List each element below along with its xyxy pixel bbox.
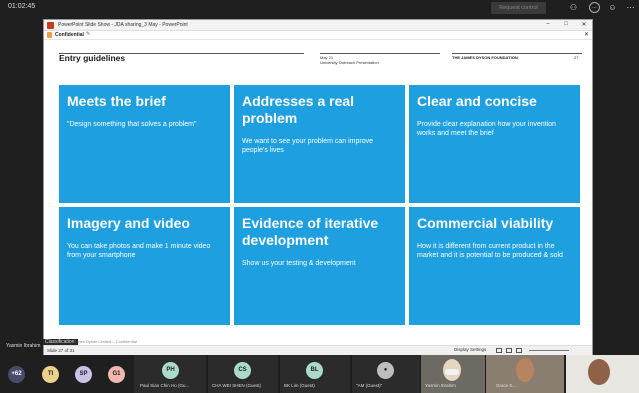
video-tile[interactable] xyxy=(566,355,639,393)
request-control-button[interactable]: Request control xyxy=(491,2,546,14)
participant-name: "AM (Guest)" xyxy=(356,383,383,388)
card-text: We want to see your problem can improve … xyxy=(242,138,373,154)
participant-name: Grace K... xyxy=(496,383,517,388)
date-rule xyxy=(320,53,440,54)
card-title: Addresses a real problem xyxy=(242,93,355,126)
participant-video-face xyxy=(588,359,610,385)
card-meets-brief: Meets the brief "Design something that s… xyxy=(59,85,230,203)
participant-strip: +62 TI SP G1 PH Paul Sian Chin Ho (Gu...… xyxy=(0,355,639,393)
card-real-problem: Addresses a real problem We want to see … xyxy=(234,85,405,203)
sensitivity-bar: Confidential ✎ ✕ xyxy=(44,31,592,40)
participant-tile[interactable]: ● "AM (Guest)" xyxy=(352,355,420,393)
participant-name: Paul Sian Chin Ho (Gu... xyxy=(140,383,190,388)
sensitivity-tag-icon xyxy=(47,32,52,38)
participant-video-face xyxy=(516,358,534,382)
display-settings-button[interactable]: Display Settings xyxy=(454,347,486,352)
restore-icon[interactable]: □ xyxy=(562,21,570,27)
participants-icon[interactable]: ⚇ xyxy=(568,2,579,13)
minimize-icon[interactable]: – xyxy=(544,21,552,27)
card-iterative-development: Evidence of iterative development Show u… xyxy=(234,207,405,325)
slideshow-status-bar: Slide 27 of 31 Display Settings xyxy=(44,345,592,355)
participant-name: Yasmin Ibrahim xyxy=(425,383,456,388)
window-title: PowerPoint Slide Show - JDA sharing_3 Ma… xyxy=(58,22,188,28)
card-text: Show us your testing & development xyxy=(242,260,356,267)
card-title: Imagery and video xyxy=(67,215,190,231)
powerpoint-title-bar: PowerPoint Slide Show - JDA sharing_3 Ma… xyxy=(44,20,592,31)
avatar[interactable]: SP xyxy=(75,366,92,383)
normal-view-icon[interactable] xyxy=(506,348,512,353)
avatar: PH xyxy=(162,362,179,379)
meeting-top-bar: 01:02:45 Request control ⚇ ⋯ ☺ ⋯ xyxy=(0,0,639,16)
avatar: CS xyxy=(234,362,251,379)
avatar[interactable]: TI xyxy=(42,366,59,383)
card-imagery-video: Imagery and video You can take photos an… xyxy=(59,207,230,325)
card-commercial-viability: Commercial viability How it is different… xyxy=(409,207,580,325)
participant-name: CHA WEI SHEN (Guest) xyxy=(212,383,262,388)
powerpoint-window: PowerPoint Slide Show - JDA sharing_3 Ma… xyxy=(43,19,593,355)
close-window-icon[interactable]: ✕ xyxy=(580,21,588,28)
video-tile[interactable]: Grace K... xyxy=(486,355,564,393)
more-options-icon[interactable]: ⋯ xyxy=(625,2,636,13)
avatar[interactable]: G1 xyxy=(108,366,125,383)
card-title: Meets the brief xyxy=(67,93,166,109)
zoom-slider[interactable] xyxy=(529,350,569,351)
video-tile[interactable]: Yasmin Ibrahim xyxy=(421,355,485,393)
close-bar-icon[interactable]: ✕ xyxy=(584,31,589,38)
meeting-timer: 01:02:45 xyxy=(8,3,36,10)
card-title: Evidence of iterative development xyxy=(242,215,379,248)
card-clear-concise: Clear and concise Provide clear explanat… xyxy=(409,85,580,203)
powerpoint-logo-icon xyxy=(47,22,54,29)
card-text: You can take photos and make 1 minute vi… xyxy=(67,243,211,259)
participant-tile[interactable]: CS CHA WEI SHEN (Guest) xyxy=(208,355,278,393)
org-rule xyxy=(452,53,582,54)
avatar: BL xyxy=(306,362,323,379)
card-text: Provide clear explanation how your inven… xyxy=(417,121,556,137)
sensitivity-label: Confidential xyxy=(55,32,84,38)
participant-tile[interactable]: PH Paul Sian Chin Ho (Gu... xyxy=(134,355,206,393)
notes-view-icon[interactable] xyxy=(496,348,502,353)
overflow-participants-badge[interactable]: +62 xyxy=(8,366,25,383)
slide-subtitle: University Outreach Presentation xyxy=(320,60,379,65)
participant-tile[interactable]: BL BK Lim (Guest) xyxy=(280,355,350,393)
edit-pencil-icon[interactable]: ✎ xyxy=(86,31,90,37)
slide-date-block: May 21 University Outreach Presentation xyxy=(320,55,379,65)
slide-heading: Entry guidelines xyxy=(59,53,126,63)
slide: Entry guidelines May 21 University Outre… xyxy=(44,41,592,345)
participant-name: BK Lim (Guest) xyxy=(284,383,315,388)
slide-counter: Slide 27 of 31 xyxy=(47,348,75,353)
card-text: How it is different from current product… xyxy=(417,243,563,259)
reading-view-icon[interactable] xyxy=(516,348,522,353)
reactions-icon[interactable]: ☺ xyxy=(607,2,618,13)
person-icon: ● xyxy=(377,362,394,379)
presenter-name: Yasmin Ibrahim xyxy=(6,343,41,349)
slide-org: THE JAMES DYSON FOUNDATION xyxy=(452,55,518,60)
card-title: Clear and concise xyxy=(417,93,537,109)
classification-label: Classification: xyxy=(43,339,78,345)
face-mask xyxy=(445,369,459,375)
chat-icon[interactable]: ⋯ xyxy=(589,2,600,13)
slide-number: 27 xyxy=(574,55,579,60)
card-title: Commercial viability xyxy=(417,215,554,231)
card-text: "Design something that solves a problem" xyxy=(67,121,197,128)
